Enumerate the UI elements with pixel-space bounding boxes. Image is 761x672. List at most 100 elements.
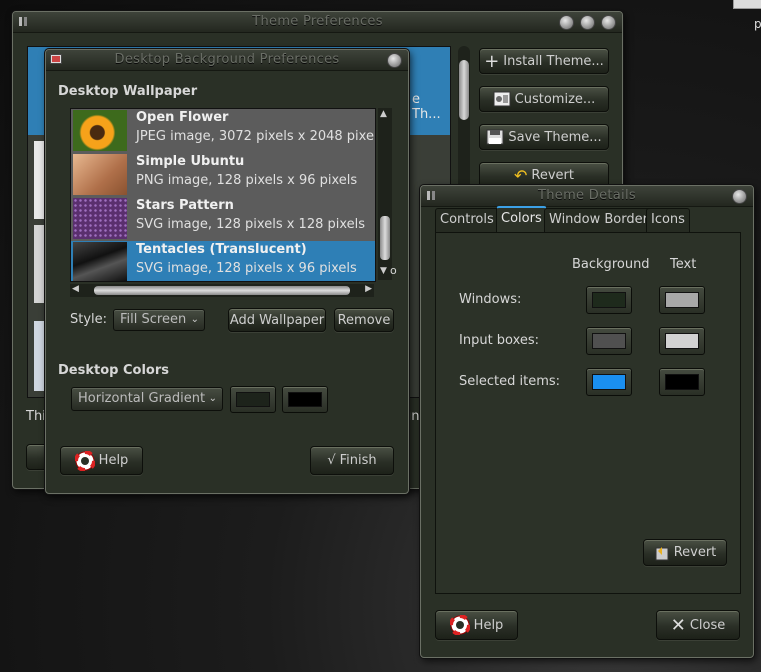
scrollbar-thumb[interactable] (94, 286, 350, 295)
wallpaper-description: SVG image, 128 pixels x 128 pixels (136, 217, 366, 232)
minimize-button[interactable] (559, 15, 574, 30)
wallpaper-item-tentacles[interactable]: Tentacles (Translucent) SVG image, 128 p… (71, 241, 375, 281)
wallpaper-thumbnail (73, 110, 127, 151)
help-label: Help (98, 453, 129, 468)
colors-revert-button[interactable]: Revert (643, 539, 727, 566)
tab-icons[interactable]: Icons (646, 208, 690, 232)
input-boxes-text-color-button[interactable] (659, 327, 705, 355)
wallpaper-name: Tentacles (Translucent) (136, 242, 307, 257)
save-theme-button[interactable]: Save Theme... (479, 124, 609, 150)
wallpaper-item-stars-pattern[interactable]: Stars Pattern SVG image, 128 pixels x 12… (71, 197, 375, 241)
desktop-corner-text: p (754, 17, 761, 31)
plus-icon: + (484, 50, 500, 72)
color-swatch (665, 292, 699, 308)
install-theme-button[interactable]: + Install Theme... (479, 48, 609, 74)
customize-button[interactable]: Customize... (479, 86, 609, 112)
lifebuoy-icon (74, 450, 95, 471)
wallpaper-name: Stars Pattern (136, 198, 234, 213)
close-label: Close (689, 617, 726, 633)
windows-label: Windows: (459, 292, 522, 307)
windows-text-color-button[interactable] (659, 286, 705, 314)
color-swatch (288, 392, 322, 407)
theme-list-partial-text: e Th... (412, 92, 441, 122)
selected-items-background-color-button[interactable] (586, 368, 632, 396)
tab-colors[interactable]: Colors (496, 206, 547, 232)
primary-color-button[interactable] (230, 386, 276, 413)
add-wallpaper-label: Add Wallpaper (229, 312, 325, 328)
details-close-button[interactable]: ✕ Close (656, 610, 740, 640)
undo-arrow-icon: ↶ (514, 165, 528, 185)
remove-wallpaper-button[interactable]: Remove (334, 308, 394, 332)
wallpaper-description: SVG image, 128 pixels x 96 pixels (136, 261, 357, 276)
gradient-combo[interactable]: Horizontal Gradient ⌄ (71, 387, 223, 411)
chevron-down-icon: ⌄ (208, 393, 217, 404)
desktop-colors-heading: Desktop Colors (58, 363, 169, 378)
customize-icon (493, 91, 511, 107)
text-column-header: Text (670, 257, 697, 272)
finish-button[interactable]: √ Finish (310, 446, 394, 475)
windows-background-color-button[interactable] (586, 286, 632, 314)
lifebuoy-icon (449, 615, 470, 635)
tab-window-border[interactable]: Window Border (544, 208, 653, 232)
colors-tab-panel: Background Text Windows: Input boxes: Se… (435, 232, 741, 594)
style-combo-value: Fill Screen (120, 312, 187, 327)
close-button[interactable] (601, 15, 616, 30)
window-title: Desktop Background Preferences (114, 52, 340, 67)
close-button[interactable] (387, 53, 402, 68)
selected-items-text-color-button[interactable] (659, 368, 705, 396)
wallpaper-name: Simple Ubuntu (136, 154, 245, 169)
scrollbar-thumb[interactable] (380, 216, 390, 260)
input-boxes-background-color-button[interactable] (586, 327, 632, 355)
scroll-right-arrow-icon[interactable]: ▶ (365, 284, 372, 294)
wallpaper-item-simple-ubuntu[interactable]: Simple Ubuntu PNG image, 128 pixels x 96… (71, 153, 375, 197)
revert-theme-label: Revert (531, 167, 574, 183)
scroll-up-arrow-icon[interactable]: ▲ (380, 109, 387, 119)
wallpaper-name: Open Flower (136, 110, 229, 125)
theme-details-titlebar[interactable]: Theme Details (421, 186, 753, 207)
background-preferences-window: Desktop Background Preferences Desktop W… (45, 49, 409, 494)
background-help-button[interactable]: Help (60, 446, 143, 475)
window-title: Theme Preferences (252, 14, 383, 29)
window-title: Theme Details (538, 188, 636, 203)
details-help-button[interactable]: Help (435, 610, 518, 640)
wallpaper-list-vscrollbar[interactable]: ▲ ▼ (378, 108, 392, 280)
partial-text: o (390, 264, 397, 277)
revert-icon (655, 546, 669, 560)
wallpaper-description: PNG image, 128 pixels x 96 pixels (136, 173, 358, 188)
desktop-corner-icon[interactable] (733, 0, 761, 9)
install-theme-label: Install Theme... (503, 53, 604, 69)
finish-label: Finish (339, 453, 377, 468)
revert-label: Revert (673, 545, 717, 560)
wallpaper-heading: Desktop Wallpaper (58, 84, 198, 99)
style-label: Style: (70, 312, 108, 327)
color-swatch (592, 374, 626, 390)
wallpaper-list-hscrollbar[interactable]: ◀ ▶ (70, 284, 374, 297)
customize-label: Customize... (514, 91, 596, 107)
background-preferences-titlebar[interactable]: Desktop Background Preferences (46, 50, 408, 71)
color-swatch (236, 392, 270, 407)
scroll-left-arrow-icon[interactable]: ◀ (72, 284, 79, 294)
background-column-header: Background (572, 257, 650, 272)
help-label: Help (473, 617, 504, 633)
scrollbar-thumb[interactable] (459, 60, 469, 120)
wallpaper-item-open-flower[interactable]: Open Flower JPEG image, 3072 pixels x 20… (71, 109, 375, 153)
wallpaper-list[interactable]: Open Flower JPEG image, 3072 pixels x 20… (70, 108, 376, 282)
close-x-icon: ✕ (670, 614, 686, 636)
wallpaper-thumbnail (73, 154, 127, 195)
maximize-button[interactable] (580, 15, 595, 30)
checkmark-icon: √ (327, 453, 336, 468)
theme-details-window: Theme Details Controls Colors Window Bor… (420, 185, 754, 658)
theme-preferences-titlebar[interactable]: Theme Preferences (13, 12, 622, 33)
floppy-icon (486, 129, 504, 145)
close-button[interactable] (732, 189, 747, 204)
add-wallpaper-button[interactable]: Add Wallpaper (228, 308, 326, 332)
tab-controls[interactable]: Controls (435, 208, 499, 232)
chevron-down-icon: ⌄ (190, 314, 199, 325)
wallpaper-thumbnail (73, 242, 127, 281)
style-combo[interactable]: Fill Screen ⌄ (113, 309, 205, 331)
color-swatch (665, 333, 699, 349)
scroll-down-arrow-icon[interactable]: ▼ (380, 266, 387, 276)
color-swatch (592, 333, 626, 349)
secondary-color-button[interactable] (282, 386, 328, 413)
wallpaper-description: JPEG image, 3072 pixels x 2048 pixels (136, 129, 376, 144)
